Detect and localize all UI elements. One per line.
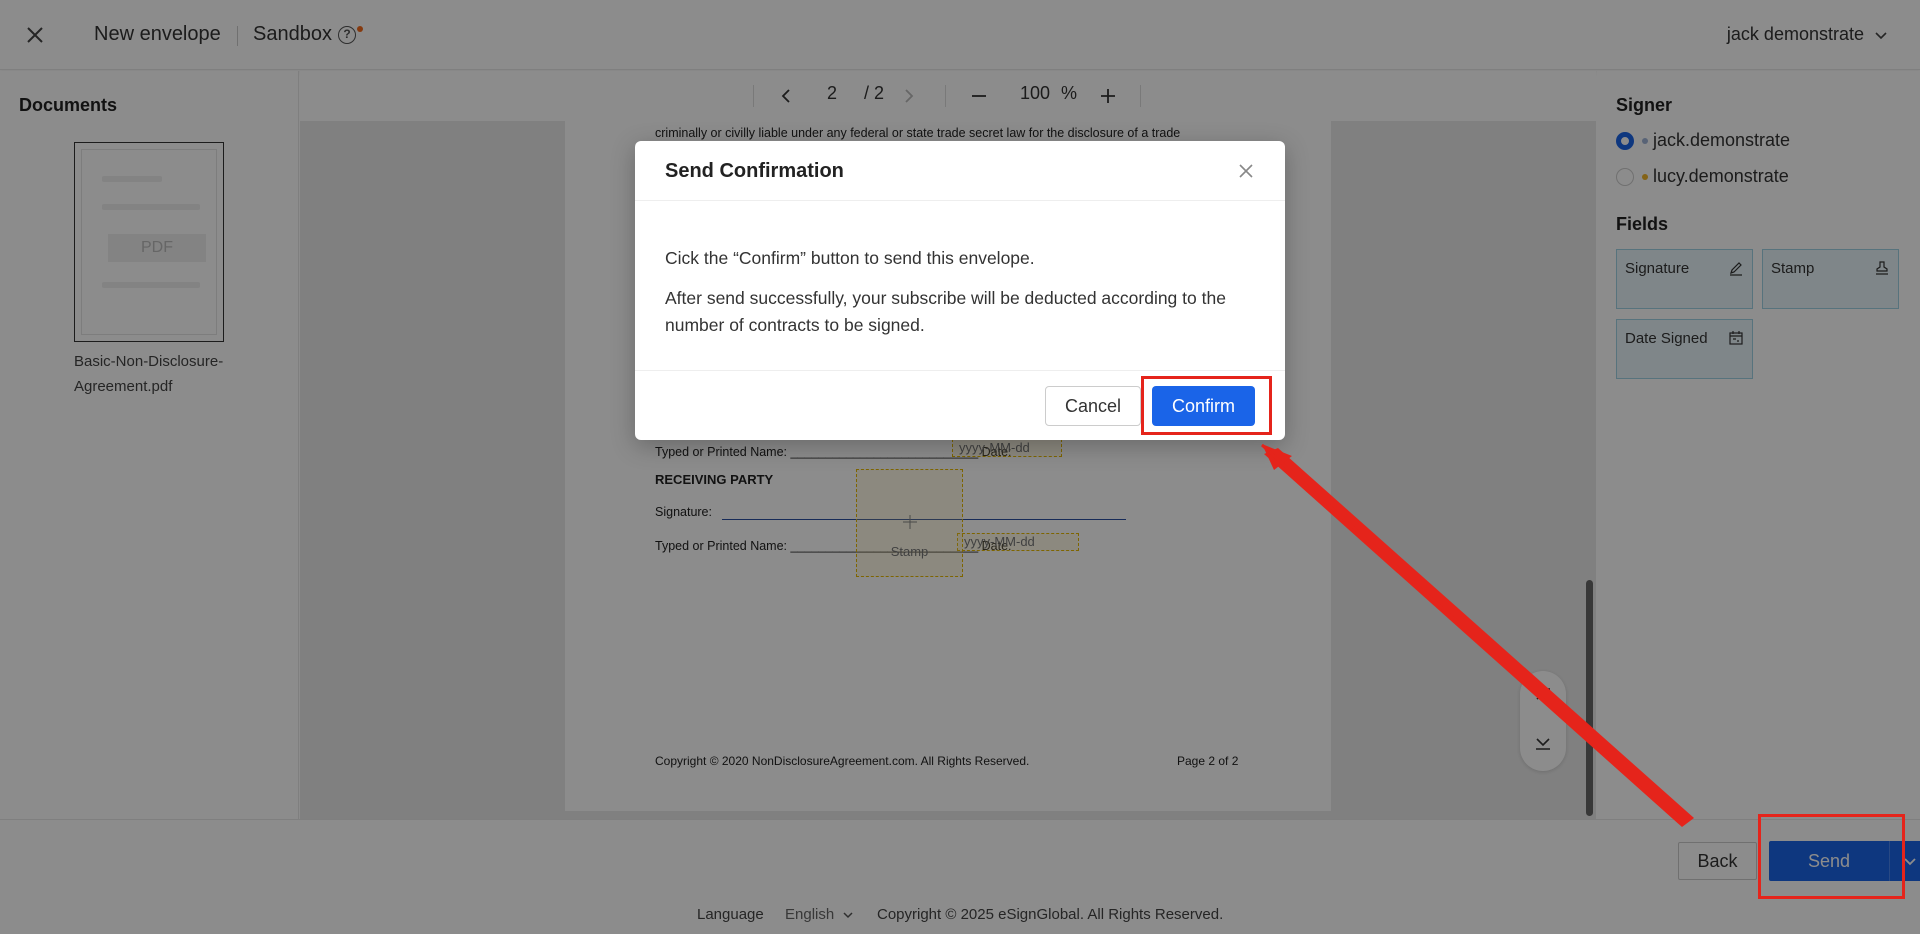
cancel-button[interactable]: Cancel [1045, 386, 1141, 426]
dialog-header: Send Confirmation [635, 141, 1285, 201]
dialog-body: Cick the “Confirm” button to send this e… [665, 245, 1255, 352]
confirm-highlight-box [1141, 376, 1272, 435]
close-icon[interactable] [1237, 162, 1255, 180]
dialog-message: After send successfully, your subscribe … [665, 288, 1226, 335]
dialog-title: Send Confirmation [665, 160, 844, 182]
dialog-message: Cick the “Confirm” button to send this e… [665, 248, 1035, 268]
send-highlight-box [1758, 814, 1905, 899]
